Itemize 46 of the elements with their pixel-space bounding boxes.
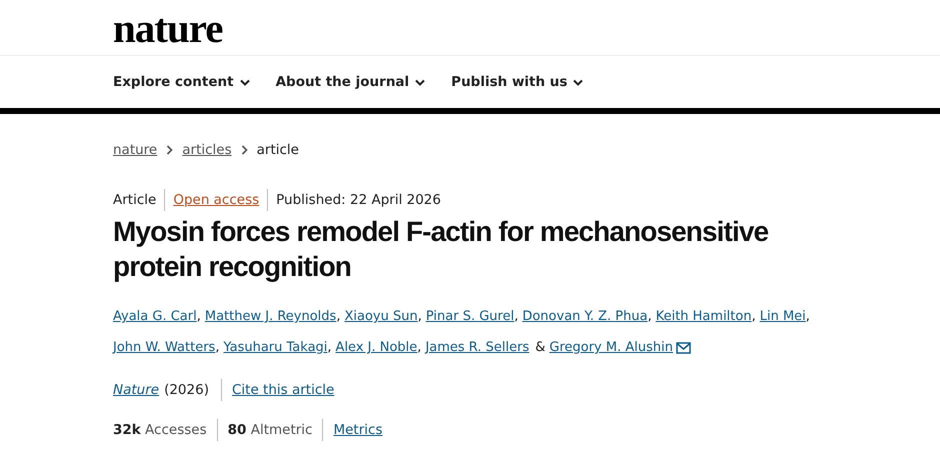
author-separator: ,	[336, 308, 340, 326]
author-link[interactable]: Lin Mei	[760, 301, 806, 332]
chevron-down-icon	[573, 78, 584, 86]
publication-year: (2026)	[164, 382, 209, 398]
cite-link[interactable]: Cite this article	[232, 382, 334, 398]
chevron-right-icon	[166, 145, 174, 155]
author-link[interactable]: Keith Hamilton	[656, 301, 752, 332]
author-link[interactable]: Gregory M. Alushin	[549, 332, 673, 363]
breadcrumb-link[interactable]: articles	[182, 142, 232, 158]
author-separator: ,	[514, 308, 518, 326]
author-link[interactable]: Yasuharu Takagi	[223, 332, 328, 363]
metrics-link[interactable]: Metrics	[333, 422, 382, 438]
author-link[interactable]: Ayala G. Carl	[113, 301, 197, 332]
author-separator: ,	[752, 308, 756, 326]
author-separator: ,	[327, 339, 332, 357]
chevron-down-icon	[240, 78, 250, 86]
journal-link[interactable]: Nature	[113, 382, 160, 398]
email-icon[interactable]	[676, 342, 691, 354]
breadcrumb-current: article	[256, 142, 299, 158]
author-separator: ,	[418, 308, 422, 326]
author-link[interactable]: Matthew J. Reynolds	[204, 301, 336, 332]
chevron-right-icon	[240, 145, 248, 155]
article-type: Article	[113, 192, 156, 208]
author-separator: &	[535, 339, 546, 357]
author-link[interactable]: James R. Sellers	[425, 332, 530, 363]
author-separator: ,	[196, 308, 201, 326]
author-separator: ,	[806, 308, 810, 326]
chevron-down-icon	[415, 78, 426, 86]
author-link[interactable]: Donovan Y. Z. Phua	[522, 301, 648, 332]
metric-text: 80 Altmetric	[228, 422, 312, 438]
nav-menu-button[interactable]: Explore content	[113, 74, 250, 90]
author-separator: ,	[215, 339, 220, 357]
published-date: Published: 22 April 2026	[276, 192, 441, 208]
nav-menu-button[interactable]: About the journal	[276, 74, 426, 90]
author-link[interactable]: Xiaoyu Sun	[344, 301, 418, 332]
nav-menu-button[interactable]: Publish with us	[451, 74, 584, 90]
open-access-link[interactable]: Open access	[173, 192, 260, 208]
author-separator: ,	[648, 308, 652, 326]
author-link[interactable]: John W. Watters	[113, 332, 216, 363]
metric-text: 32k Accesses	[113, 422, 207, 438]
author-link[interactable]: Alex J. Noble	[336, 332, 418, 363]
author-separator: ,	[417, 339, 422, 357]
article-title: Myosin forces remodel F-actin for mechanosensitive protein recognition	[113, 215, 770, 284]
breadcrumb-link[interactable]: nature	[113, 142, 158, 158]
site-logo[interactable]: nature	[113, 8, 940, 48]
author-link[interactable]: Pinar S. Gurel	[426, 301, 514, 332]
